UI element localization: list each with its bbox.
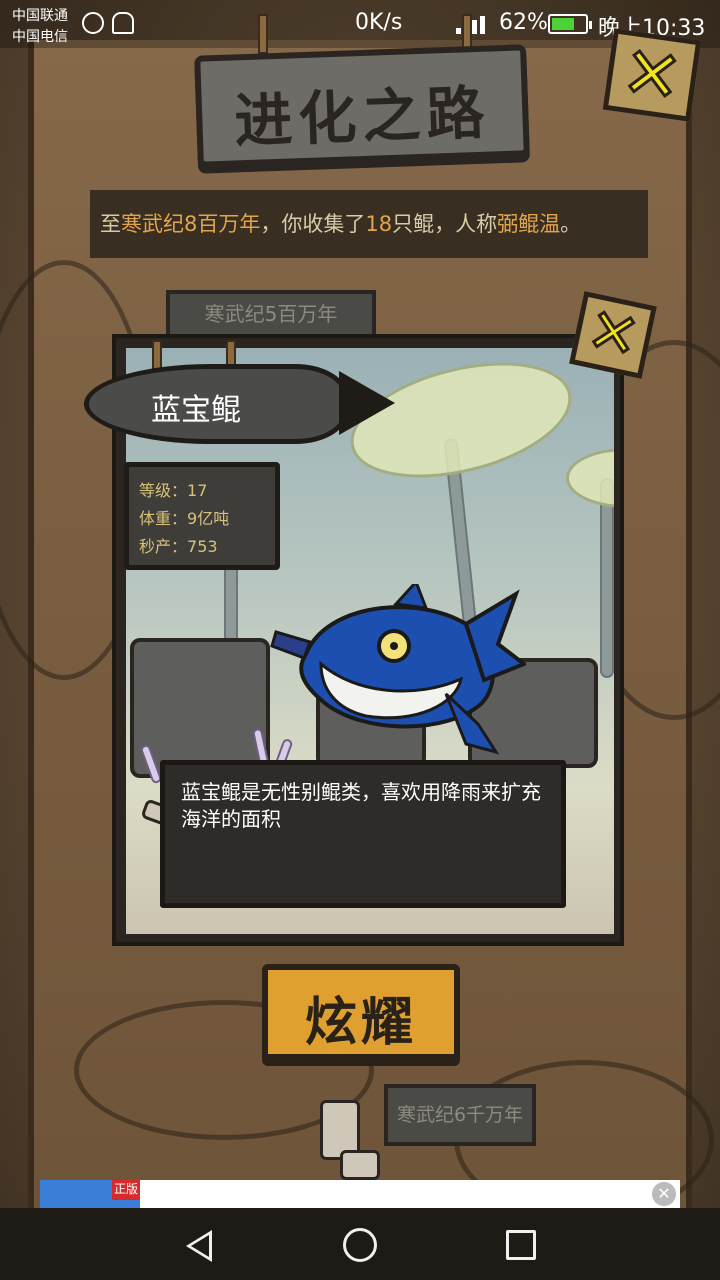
banner-text: 至寒武纪8百万年，你收集了18只鲲，人称弼鲲温。 [100, 212, 582, 236]
close-page-button[interactable]: ✕ [602, 28, 702, 122]
fish-tail-shape [339, 371, 395, 435]
stat-weight: 体重：9亿吨 [139, 509, 230, 528]
era-tab-next[interactable]: 寒武纪6千万年 [384, 1084, 536, 1146]
ad-badge: 正版 [112, 1180, 140, 1200]
game-screen: 中国联通 中国电信 0K/s 62% 晚上10:33 进化之路 ✕ 至寒武纪8百… [0, 0, 720, 1280]
stat-output: 秒产：753 [139, 537, 218, 556]
network-speed: 0K/s [355, 10, 403, 35]
era-tab-previous[interactable]: 寒武纪5百万年 [166, 290, 376, 338]
ad-banner[interactable]: 正版 ✕ [40, 1180, 680, 1208]
banner-era: 寒武纪8百万年 [121, 212, 261, 236]
battery-percent: 62% [499, 10, 548, 35]
bone [340, 1150, 380, 1180]
recent-apps-icon[interactable] [506, 1230, 536, 1260]
page-title: 进化之路 [233, 78, 492, 156]
plant-stem [600, 478, 614, 678]
carrier-1: 中国联通 [12, 8, 68, 24]
blue-kun-creature [270, 584, 526, 755]
carrier-2: 中国电信 [12, 29, 68, 45]
back-icon[interactable] [186, 1230, 212, 1262]
title-sign: 进化之路 [194, 44, 530, 168]
show-off-label: 炫耀 [304, 993, 417, 1053]
show-off-button[interactable]: 炫耀 [262, 964, 460, 1060]
sync-icon [82, 12, 104, 34]
ad-close-button[interactable]: ✕ [652, 1182, 676, 1206]
collection-banner: 至寒武纪8百万年，你收集了18只鲲，人称弼鲲温。 [90, 190, 648, 258]
battery-icon [548, 14, 592, 34]
kun-description-box: 蓝宝鲲是无性别鲲类，喜欢用降雨来扩充海洋的面积 [160, 760, 566, 908]
banner-nickname: 弼鲲温 [497, 212, 561, 236]
navigation-bar [0, 1208, 720, 1280]
lily-leaf [566, 448, 614, 508]
kun-name: 蓝宝鲲 [151, 393, 241, 428]
rope [152, 340, 162, 370]
kun-stats-panel: 等级：17 体重：9亿吨 秒产：753 [124, 462, 280, 570]
close-icon: ✕ [616, 29, 688, 121]
close-card-button[interactable]: ✕ [569, 291, 657, 379]
kun-name-sign: 蓝宝鲲 [84, 364, 395, 444]
banner-count: 18 [365, 212, 393, 236]
kun-description: 蓝宝鲲是无性别鲲类，喜欢用降雨来扩充海洋的面积 [181, 780, 541, 831]
stat-level: 等级：17 [139, 481, 208, 500]
headset-icon [112, 12, 134, 34]
rope [258, 14, 268, 54]
home-icon[interactable] [343, 1228, 377, 1262]
close-icon: ✕ [580, 293, 647, 375]
